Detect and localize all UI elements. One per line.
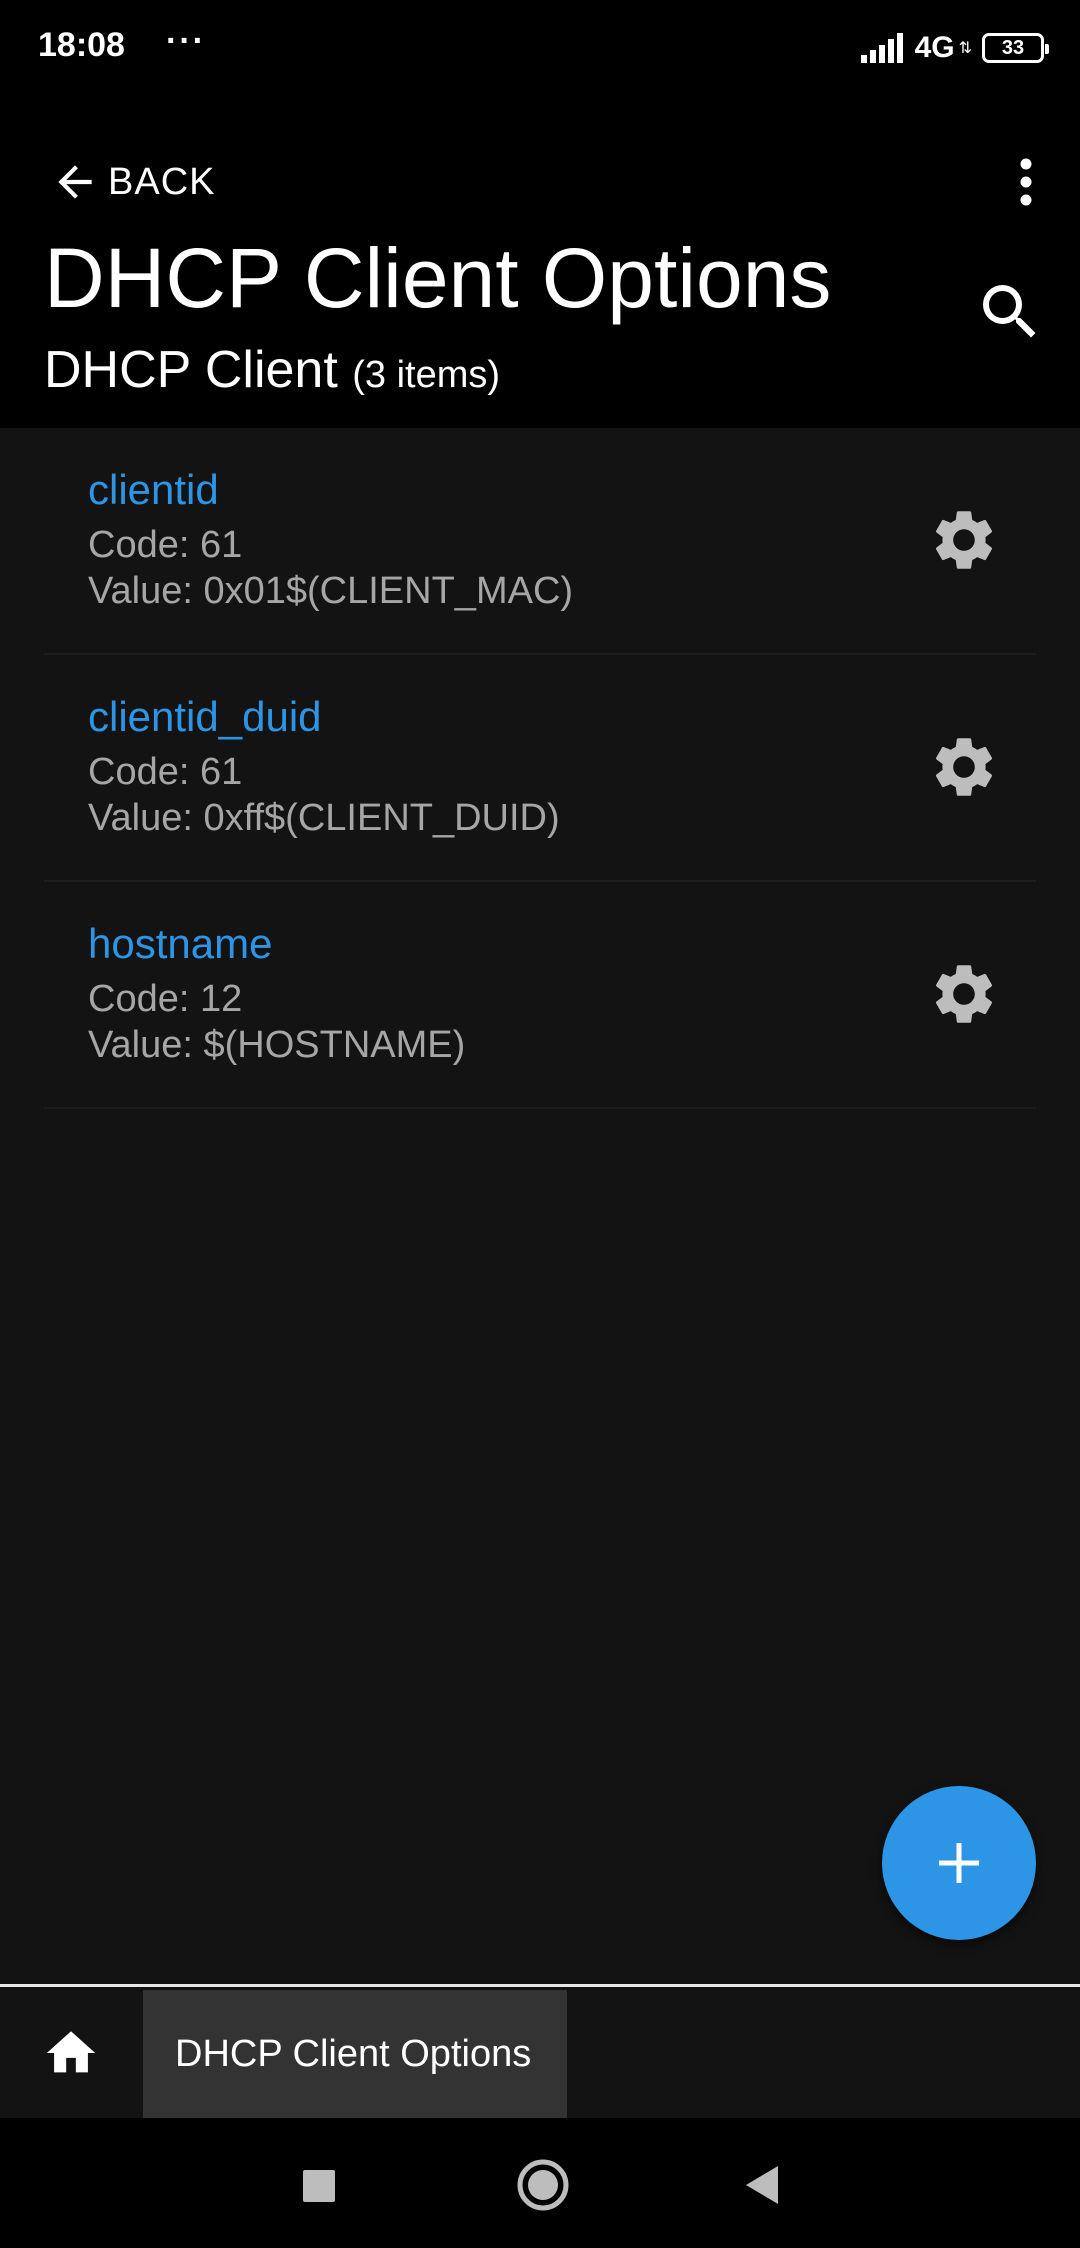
option-name: clientid: [88, 466, 219, 513]
status-bar: 18:08 ··· 4G ⇅ 33: [0, 0, 1080, 96]
system-nav-bar: [0, 2118, 1080, 2248]
list-item-clientid[interactable]: clientid Code: 61 Value: 0x01$(CLIENT_MA…: [44, 428, 1036, 655]
back-nav-button[interactable]: [744, 2164, 780, 2206]
gear-icon[interactable]: [928, 731, 1000, 803]
data-activity-icon: ⇅: [958, 40, 972, 57]
breadcrumb: DHCP Client Options: [0, 1984, 1080, 2118]
recents-button[interactable]: [303, 2170, 335, 2202]
option-code: Code: 61: [88, 751, 243, 793]
status-time: 18:08: [38, 26, 125, 64]
circle-icon: [517, 2159, 569, 2211]
option-value: Value: 0xff$(CLIENT_DUID): [88, 797, 560, 839]
battery-icon: 33: [982, 33, 1049, 63]
back-button[interactable]: BACK: [38, 142, 215, 222]
overflow-menu-icon[interactable]: [1006, 142, 1046, 222]
gear-icon[interactable]: [928, 958, 1000, 1030]
option-value: Value: 0x01$(CLIENT_MAC): [88, 570, 574, 612]
notification-dots: ···: [166, 22, 206, 60]
arrow-left-icon: [58, 165, 92, 199]
status-indicators: 4G ⇅ 33: [860, 28, 1049, 68]
search-icon[interactable]: [974, 276, 1046, 348]
plus-icon: [939, 1843, 979, 1883]
page-title: DHCP Client Options: [44, 231, 832, 325]
battery-level: 33: [1001, 36, 1025, 59]
back-label: BACK: [108, 160, 216, 203]
list-item-hostname[interactable]: hostname Code: 12 Value: $(HOSTNAME): [44, 882, 1036, 1109]
gear-icon[interactable]: [928, 504, 1000, 576]
item-count: (3 items): [352, 354, 501, 396]
option-list: clientid Code: 61 Value: 0x01$(CLIENT_MA…: [0, 428, 1080, 1109]
subtitle-label: DHCP Client: [44, 341, 338, 399]
network-type: 4G: [914, 31, 955, 64]
page-subtitle: DHCP Client (3 items): [44, 340, 500, 400]
app-header: BACK DHCP Client Options DHCP Client (3 …: [0, 96, 1080, 428]
triangle-back-icon: [746, 2166, 778, 2204]
breadcrumb-item-current[interactable]: DHCP Client Options: [143, 1990, 567, 2118]
option-value: Value: $(HOSTNAME): [88, 1024, 466, 1066]
option-name: hostname: [88, 920, 273, 967]
signal-strength-icon: [860, 33, 903, 63]
home-icon: [46, 2030, 96, 2072]
list-item-clientid-duid[interactable]: clientid_duid Code: 61 Value: 0xff$(CLIE…: [44, 655, 1036, 882]
home-nav-button[interactable]: [516, 2158, 570, 2212]
home-button[interactable]: [0, 1987, 142, 2118]
option-code: Code: 61: [88, 524, 243, 566]
add-button[interactable]: [882, 1786, 1036, 1940]
option-code: Code: 12: [88, 978, 243, 1020]
option-name: clientid_duid: [88, 693, 322, 740]
